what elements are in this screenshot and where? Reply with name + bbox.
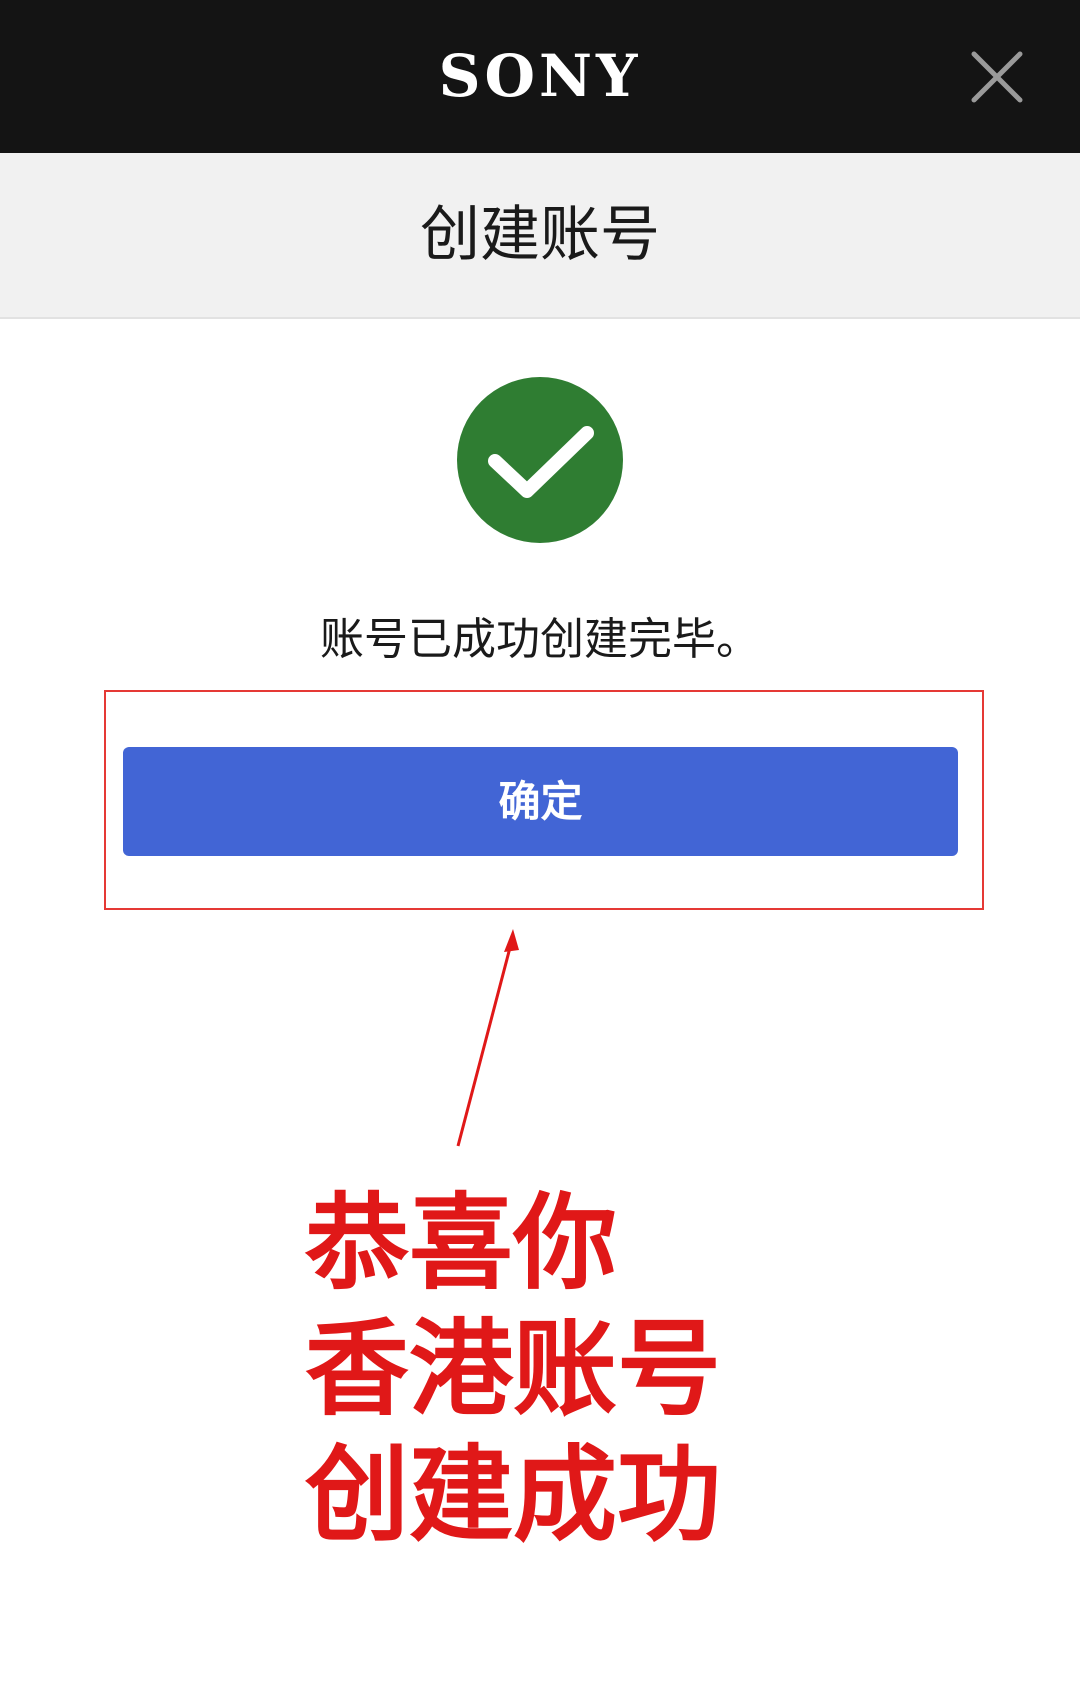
top-bar: SONY [0, 0, 1080, 153]
annotation-text: 恭喜你 香港账号 创建成功 [305, 1180, 721, 1558]
page-title: 创建账号 [420, 200, 660, 270]
close-icon [971, 51, 1023, 103]
close-button[interactable] [966, 46, 1028, 108]
success-message: 账号已成功创建完毕。 [320, 614, 760, 665]
annotation-line-2: 香港账号 [305, 1308, 722, 1430]
title-band: 创建账号 [0, 153, 1080, 319]
confirm-button[interactable]: 确定 [123, 747, 958, 856]
annotation-line-3: 创建成功 [305, 1434, 722, 1556]
sony-logo: SONY [438, 42, 642, 110]
checkmark-circle-icon [457, 377, 623, 543]
annotation-line-1: 恭喜你 [305, 1182, 618, 1304]
